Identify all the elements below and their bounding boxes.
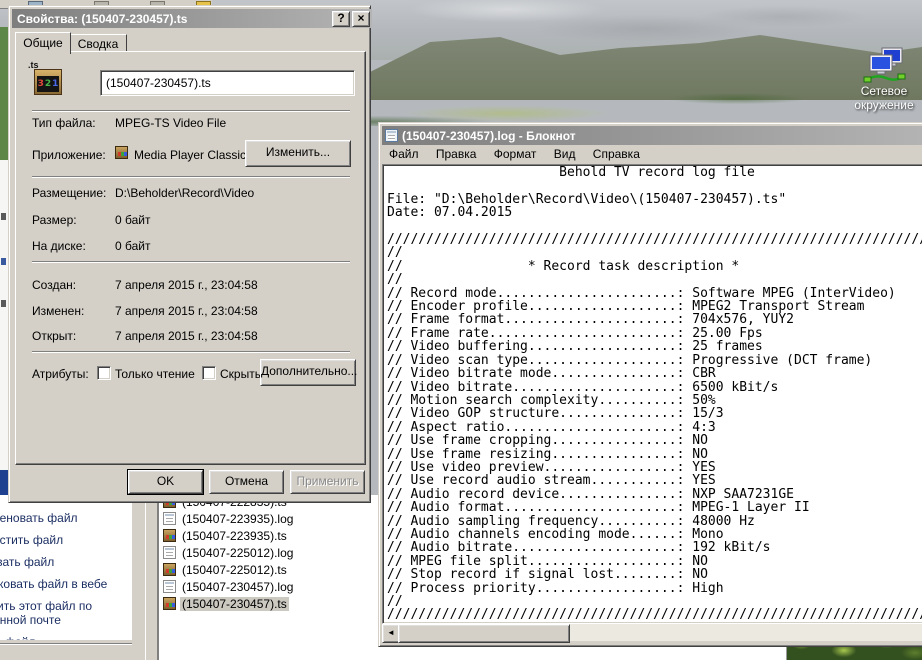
field-label: Изменен:: [32, 304, 84, 318]
task-link-move-file[interactable]: Переместить файл: [0, 533, 131, 547]
notepad-title: (150407-230457).log - Блокнот: [402, 129, 576, 143]
ts-file-type-icon: .ts 3 2 1: [28, 60, 64, 96]
network-places-icon: [862, 46, 906, 84]
notepad-window: (150407-230457).log - Блокнот Файл Правк…: [378, 122, 922, 647]
clapperboard-icon: 3 2 1: [34, 69, 62, 95]
field-value: 0 байт: [115, 239, 150, 253]
field-label: Размещение:: [32, 186, 106, 200]
sliver-green: [0, 27, 8, 160]
filename-input[interactable]: (150407-230457).ts: [100, 70, 355, 96]
menu-view[interactable]: Вид: [547, 146, 583, 162]
sliver-text-fragment: [1, 258, 6, 265]
field-label: Тип файла:: [32, 116, 96, 130]
notepad-app-icon: [385, 129, 398, 142]
sliver-text-fragment: [1, 213, 6, 220]
ts-file-icon: [163, 529, 176, 542]
separator: [32, 176, 350, 178]
network-places-desktop-icon[interactable]: Сетевое окружение: [846, 46, 922, 112]
desktop: Сетевое окружение Переименовать файл Пер…: [0, 0, 922, 660]
file-name: (150407-225012).log: [180, 546, 295, 560]
file-row[interactable]: (150407-225012).ts: [163, 562, 289, 577]
file-name: (150407-230457).log: [180, 580, 295, 594]
change-app-button[interactable]: Изменить...: [245, 140, 351, 167]
dialog-title: Свойства: (150407-230457).ts: [17, 12, 332, 26]
field-value: D:\Beholder\Record\Video: [115, 186, 254, 200]
notepad-text-area[interactable]: Behold TV record log file File: "D:\Beho…: [382, 164, 922, 624]
notepad-hscrollbar[interactable]: ◄: [382, 624, 922, 641]
field-value: 7 апреля 2015 г., 23:04:58: [115, 278, 258, 292]
tab-page-general: .ts 3 2 1 (150407-230457).ts Тип файла: …: [15, 51, 366, 465]
field-value: 7 апреля 2015 г., 23:04:58: [115, 329, 258, 343]
scroll-thumb[interactable]: [398, 624, 570, 643]
file-name: (150407-223935).log: [180, 512, 295, 526]
explorer-bottom-strip: [0, 640, 132, 660]
hidden-checkbox[interactable]: [202, 366, 216, 380]
tab-general[interactable]: Общие: [15, 32, 71, 54]
menu-format[interactable]: Формат: [487, 146, 544, 162]
digit-2: 2: [45, 79, 51, 89]
cancel-button[interactable]: Отмена: [209, 470, 284, 494]
file-row[interactable]: (150407-223935).ts: [163, 528, 289, 543]
help-icon[interactable]: ?: [332, 11, 350, 27]
sliver-text-fragment: [1, 300, 6, 307]
dialog-titlebar[interactable]: Свойства: (150407-230457).ts ? ×: [12, 9, 372, 28]
digit-3: 3: [38, 79, 44, 89]
task-link-email-file[interactable]: Отправить этот файл по электронной почте: [0, 599, 131, 627]
field-label: Приложение:: [32, 148, 106, 162]
file-name: (150407-225012).ts: [180, 563, 289, 577]
advanced-button[interactable]: Дополнительно...: [260, 359, 356, 386]
field-label: На диске:: [32, 239, 86, 253]
separator: [32, 261, 350, 263]
explorer-task-panel: Переименовать файл Переместить файл Копи…: [0, 495, 133, 641]
field-value: MPEG-TS Video File: [115, 116, 226, 130]
properties-dialog: Свойства: (150407-230457).ts ? × Сводка …: [8, 5, 371, 503]
field-label: Размер:: [32, 213, 77, 227]
divider: [0, 643, 132, 645]
attributes-label: Атрибуты:: [32, 367, 89, 381]
network-places-label-line2: окружение: [846, 98, 922, 112]
explorer-splitter[interactable]: [145, 495, 159, 660]
apply-button[interactable]: Применить: [290, 470, 365, 494]
task-link-copy-file[interactable]: Копировать файл: [0, 555, 131, 569]
file-row[interactable]: (150407-223935).log: [163, 511, 295, 526]
menu-edit[interactable]: Правка: [429, 146, 484, 162]
log-file-icon: [163, 546, 176, 559]
readonly-label: Только чтение: [115, 367, 195, 381]
log-file-icon: [163, 512, 176, 525]
ts-file-icon: [163, 597, 176, 610]
log-file-icon: [163, 580, 176, 593]
file-row[interactable]: (150407-230457).log: [163, 579, 295, 594]
digit-1: 1: [52, 79, 58, 89]
separator: [32, 351, 350, 353]
network-places-label-line1: Сетевое: [846, 84, 922, 98]
field-value: 0 байт: [115, 213, 150, 227]
task-link-publish-file[interactable]: Опубликовать файл в вебе: [0, 577, 131, 591]
log-text: Behold TV record log file File: "D:\Beho…: [383, 165, 922, 622]
field-value: 7 апреля 2015 г., 23:04:58: [115, 304, 258, 318]
menu-help[interactable]: Справка: [586, 146, 647, 162]
file-name: (150407-223935).ts: [180, 529, 289, 543]
task-link-rename-file[interactable]: Переименовать файл: [0, 511, 131, 525]
separator: [32, 110, 350, 112]
file-row-selected[interactable]: (150407-230457).ts: [163, 596, 289, 611]
field-label: Создан:: [32, 278, 76, 292]
file-row[interactable]: (150407-225012).log: [163, 545, 295, 560]
background-left-sliver: [0, 27, 8, 503]
readonly-checkbox[interactable]: [97, 366, 111, 380]
field-value: Media Player Classic -: [134, 148, 253, 162]
menu-file[interactable]: Файл: [382, 146, 426, 162]
file-name: (150407-230457).ts: [180, 597, 289, 611]
notepad-titlebar[interactable]: (150407-230457).log - Блокнот: [382, 126, 922, 145]
app-icon: [115, 146, 128, 159]
field-label: Открыт:: [32, 329, 76, 343]
ts-file-icon: [163, 563, 176, 576]
notepad-menubar: Файл Правка Формат Вид Справка: [382, 146, 922, 163]
explorer-gap: [132, 495, 145, 660]
ok-button[interactable]: OK: [128, 470, 203, 494]
close-icon[interactable]: ×: [352, 11, 370, 27]
sliver-white: [0, 160, 8, 470]
